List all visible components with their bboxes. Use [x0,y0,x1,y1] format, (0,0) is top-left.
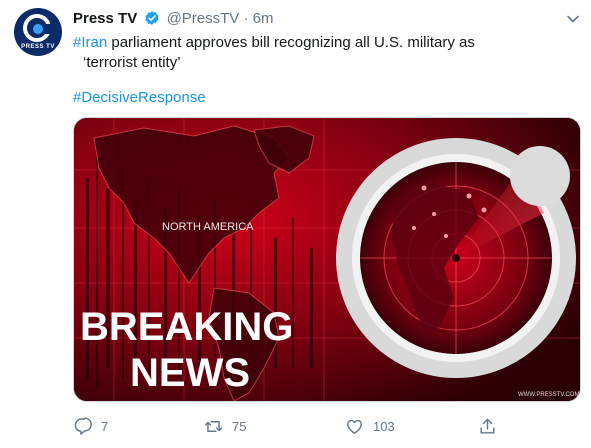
retweet-button[interactable]: 75 [204,417,246,436]
tweet-header: Press TV @PressTV · 6m [73,9,274,29]
radar-center [452,254,460,262]
breaking-news-image: NORTH AMERICA BREAKING NEWS WWW.PRESSTV.… [74,118,580,401]
hashtag-decisive-response[interactable]: #DecisiveResponse [73,88,206,108]
avatar-logo-text: PRESS TV [21,44,55,50]
retweet-icon [204,421,223,432]
like-count: 103 [373,419,395,434]
hashtag-iran[interactable]: #Iran [73,34,107,51]
chevron-down-icon[interactable] [566,12,580,26]
like-icon [347,419,362,434]
handle[interactable]: @PressTV [167,10,240,27]
logo-core [33,24,43,34]
reply-icon [74,417,92,435]
radar-top-knob [510,146,570,206]
map-label: NORTH AMERICA [162,221,254,233]
share-icon [480,418,495,434]
separator-dot: · [243,10,249,27]
display-name[interactable]: Press TV [73,10,137,27]
reply-button[interactable]: 7 [73,417,108,436]
retweet-count: 75 [232,419,247,434]
tweet-text-line1: parliament approves bill recognizing all… [107,34,475,51]
tweet-actions: 7 75 103 [0,417,591,441]
verified-icon [145,11,159,25]
headline-news: NEWS [130,351,250,395]
avatar[interactable]: PRESS TV [14,8,62,56]
tweet-media[interactable]: NORTH AMERICA BREAKING NEWS WWW.PRESSTV.… [73,117,581,402]
watermark: WWW.PRESSTV.COM [518,392,579,398]
tweet-text-line2: ‘terrorist entity’ [83,54,181,71]
share-button[interactable] [478,417,506,436]
reply-count: 7 [101,419,109,434]
like-button[interactable]: 103 [345,417,395,436]
tweet-text: #Iran parliament approves bill recognizi… [73,33,543,73]
timestamp[interactable]: 6m [253,10,274,27]
headline-breaking: BREAKING [80,305,293,349]
